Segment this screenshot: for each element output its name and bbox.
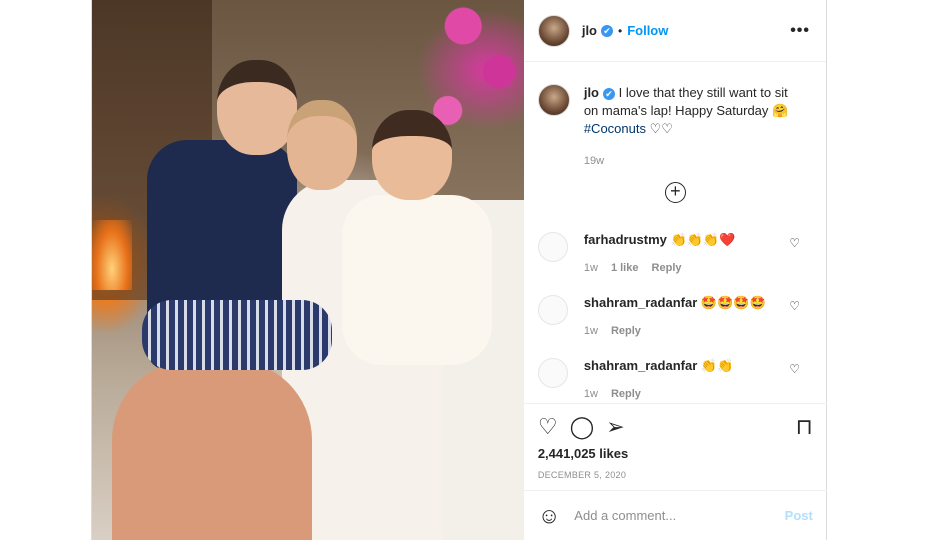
- post-date[interactable]: DECEMBER 5, 2020: [538, 470, 626, 480]
- likes-count[interactable]: 2,441,025 likes: [538, 446, 628, 461]
- separator-dot: •: [618, 23, 623, 38]
- comment-avatar[interactable]: [537, 232, 568, 262]
- page: jlo ✔ • Follow ••• jlo ✔ I love that they…: [0, 0, 926, 540]
- comment-time[interactable]: 1w: [584, 262, 598, 274]
- follow-button[interactable]: Follow: [627, 23, 668, 38]
- verified-icon: ✔: [601, 24, 613, 37]
- comment-item: shahram_radanfar 🤩🤩🤩🤩 1w Reply ♡: [537, 295, 812, 337]
- boy-head: [217, 60, 297, 155]
- avatar[interactable]: [537, 14, 570, 47]
- comment-text: 👏👏: [700, 358, 734, 373]
- comment-body: shahram_radanfar 👏👏 1w Reply: [584, 358, 733, 400]
- comment-time[interactable]: 1w: [584, 325, 598, 337]
- caption-time[interactable]: 19w: [584, 152, 794, 170]
- comment-username[interactable]: shahram_radanfar: [584, 295, 697, 310]
- comment-input[interactable]: Add a comment...: [574, 508, 784, 523]
- comment-item: shahram_radanfar 👏👏 1w Reply ♡: [537, 358, 812, 400]
- post-actions: ♡ ◯ ➢ ⊓ 2,441,025 likes DECEMBER 5, 2020: [523, 403, 827, 487]
- caption: jlo ✔ I love that they still want to sit …: [537, 84, 812, 170]
- comment-icon[interactable]: ◯: [570, 414, 595, 440]
- post-sidebar: jlo ✔ • Follow ••• jlo ✔ I love that they…: [523, 0, 827, 540]
- heart-icon[interactable]: ♡: [538, 414, 558, 440]
- comment-body: farhadrustmy 👏👏👏❤️ 1w 1 like Reply: [584, 232, 735, 274]
- comment-meta: 1w Reply: [584, 325, 766, 337]
- comment-like-icon[interactable]: ♡: [789, 236, 800, 250]
- comment-like-icon[interactable]: ♡: [789, 362, 800, 376]
- comment-meta: 1w 1 like Reply: [584, 262, 735, 274]
- reply-button[interactable]: Reply: [652, 262, 682, 274]
- header-username[interactable]: jlo: [582, 23, 597, 38]
- woman-head: [287, 100, 357, 190]
- striped-pants: [142, 300, 332, 370]
- girl-head: [372, 110, 452, 200]
- post-modal: jlo ✔ • Follow ••• jlo ✔ I love that they…: [91, 0, 827, 540]
- comment-meta: 1w Reply: [584, 388, 733, 400]
- more-options-icon[interactable]: •••: [790, 22, 810, 40]
- comment-like-icon[interactable]: ♡: [789, 299, 800, 313]
- caption-text: I love that they still want to sit on ma…: [583, 85, 789, 118]
- emoji-icon[interactable]: ☺: [538, 503, 560, 529]
- post-button[interactable]: Post: [785, 508, 813, 523]
- caption-hearts: ♡♡: [649, 121, 673, 136]
- post-photo[interactable]: [92, 0, 524, 540]
- reply-button[interactable]: Reply: [611, 325, 641, 337]
- girl-sweater: [342, 195, 492, 365]
- comment-username[interactable]: farhadrustmy: [584, 232, 667, 247]
- fire-glow: [92, 220, 132, 290]
- comment-avatar[interactable]: [537, 295, 568, 325]
- comment-likes[interactable]: 1 like: [611, 262, 639, 274]
- caption-verified-icon: ✔: [603, 87, 615, 100]
- comment-time[interactable]: 1w: [584, 388, 598, 400]
- comment-avatar[interactable]: [537, 358, 568, 388]
- caption-avatar[interactable]: [537, 84, 570, 116]
- comment-text: 🤩🤩🤩🤩: [700, 295, 766, 310]
- post-header: jlo ✔ • Follow •••: [523, 0, 826, 62]
- add-comment-bar: ☺ Add a comment... Post: [523, 490, 827, 540]
- caption-text-block: jlo ✔ I love that they still want to sit …: [584, 84, 794, 170]
- caption-username[interactable]: jlo: [584, 85, 599, 100]
- reply-button[interactable]: Reply: [611, 388, 641, 400]
- hashtag-link[interactable]: #Coconuts: [584, 121, 646, 136]
- comment-username[interactable]: shahram_radanfar: [584, 358, 697, 373]
- bookmark-icon[interactable]: ⊓: [796, 414, 813, 440]
- orchid-flowers: [422, 0, 524, 130]
- comment-text: 👏👏👏❤️: [670, 232, 736, 247]
- comment-body: shahram_radanfar 🤩🤩🤩🤩 1w Reply: [584, 295, 766, 337]
- action-icons: ♡ ◯ ➢: [538, 414, 625, 440]
- share-icon[interactable]: ➢: [606, 414, 624, 440]
- load-more-comments-button[interactable]: +: [664, 182, 686, 203]
- legs: [112, 360, 312, 540]
- comment-item: farhadrustmy 👏👏👏❤️ 1w 1 like Reply ♡: [537, 232, 812, 274]
